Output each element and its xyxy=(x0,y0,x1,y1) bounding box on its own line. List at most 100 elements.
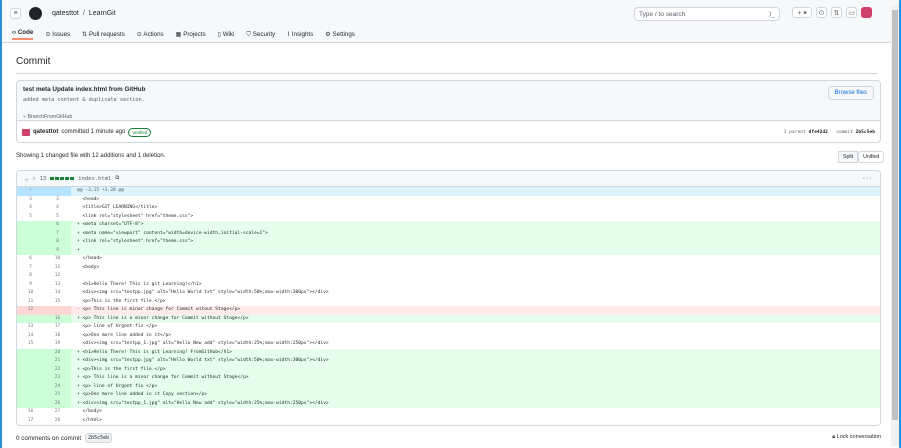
old-line-number[interactable]: 14 xyxy=(17,332,44,341)
expand-icon[interactable]: ⇳ xyxy=(32,176,35,182)
tab-code[interactable]: ‹› Code xyxy=(12,29,34,40)
new-line-number[interactable]: 13 xyxy=(44,281,71,290)
new-line-number[interactable]: 20 xyxy=(44,348,71,357)
old-line-number[interactable]: 17 xyxy=(17,417,44,426)
old-line-number[interactable]: 9 xyxy=(17,281,44,290)
tab-issues[interactable]: ⊙ Issues xyxy=(45,31,70,38)
repo-link[interactable]: LearnGit xyxy=(89,10,116,17)
old-line-number[interactable] xyxy=(17,238,44,247)
scrollbar[interactable] xyxy=(891,6,899,446)
old-line-number[interactable] xyxy=(17,357,44,366)
old-line-number[interactable]: 3 xyxy=(17,196,44,205)
menu-icon[interactable]: ≡ xyxy=(10,8,21,19)
new-line-number[interactable]: 25 xyxy=(44,391,71,400)
old-line-number[interactable] xyxy=(17,348,44,357)
avatar[interactable] xyxy=(861,7,872,18)
old-line-number[interactable]: 11 xyxy=(17,298,44,307)
command-palette-icon[interactable]: ⟩_ xyxy=(769,10,775,18)
file-name[interactable]: index.html xyxy=(78,176,111,182)
new-line-number[interactable]: 28 xyxy=(44,417,71,426)
old-line-number[interactable]: 7 xyxy=(17,264,44,273)
old-line-number[interactable] xyxy=(17,399,44,408)
diff-line: 13 17 <p> line of Urgent fix </p> xyxy=(17,323,880,332)
old-line-number[interactable]: 6 xyxy=(17,255,44,264)
separator: / xyxy=(82,10,85,17)
tab-label: Actions xyxy=(143,31,164,38)
new-line-number[interactable]: 21 xyxy=(44,357,71,366)
tab-insights[interactable]: ⌇ Insights xyxy=(287,31,313,38)
new-line-number[interactable]: 3 xyxy=(44,196,71,205)
verified-badge[interactable]: Verified xyxy=(128,127,152,137)
split-view-button[interactable]: Split xyxy=(838,151,859,163)
old-line-number[interactable] xyxy=(17,221,44,230)
collapse-chevron-icon[interactable]: ⌄ xyxy=(25,176,28,182)
new-line-number[interactable]: 26 xyxy=(44,399,71,408)
scrollbar-thumb[interactable] xyxy=(892,10,898,420)
new-line-number[interactable]: 24 xyxy=(44,382,71,391)
tab-settings[interactable]: ⚙ Settings xyxy=(325,31,355,38)
old-line-number[interactable]: 12 xyxy=(17,306,44,315)
old-line-number[interactable]: 16 xyxy=(17,408,44,417)
line-code: </html> xyxy=(77,417,102,423)
new-line-number[interactable]: 19 xyxy=(44,340,71,349)
owner-link[interactable]: qatesttot xyxy=(52,10,79,17)
new-line-number[interactable]: 23 xyxy=(44,374,71,383)
tab-pull-requests[interactable]: ⇅ Pull requests xyxy=(82,31,125,38)
new-line-number[interactable] xyxy=(44,306,71,315)
old-line-number[interactable]: 8 xyxy=(17,272,44,281)
new-line-number[interactable]: 4 xyxy=(44,204,71,213)
new-line-number[interactable]: 22 xyxy=(44,365,71,374)
lock-conversation-button[interactable]: 🔒︎ Lock conversation xyxy=(832,434,881,441)
author-avatar[interactable] xyxy=(22,128,30,136)
tab-security[interactable]: ⛉ Security xyxy=(246,31,275,39)
old-line-number[interactable] xyxy=(17,365,44,374)
new-line-number[interactable]: 12 xyxy=(44,272,71,281)
old-line-number[interactable]: 5 xyxy=(17,213,44,222)
parent-sha[interactable]: dfe42d2 xyxy=(809,130,828,135)
new-line-number[interactable]: 11 xyxy=(44,264,71,273)
new-line-number[interactable]: 5 xyxy=(44,213,71,222)
unified-view-button[interactable]: Unified xyxy=(858,151,885,163)
issues-icon[interactable]: ⊙ xyxy=(816,7,827,18)
github-logo-icon[interactable] xyxy=(29,7,42,20)
branch-label[interactable]: ⑂ BranchFromGitHub xyxy=(23,114,72,120)
inbox-icon[interactable]: ▭ xyxy=(846,7,857,18)
new-line-number[interactable]: 15 xyxy=(44,298,71,307)
tab-actions[interactable]: ⊙ Actions xyxy=(137,31,164,38)
old-line-number[interactable]: 4 xyxy=(17,204,44,213)
pull-requests-icon[interactable]: ⇅ xyxy=(831,7,842,18)
new-line-number[interactable]: 17 xyxy=(44,323,71,332)
old-line-number[interactable]: ⇡ xyxy=(17,187,44,196)
file-menu-button[interactable]: ··· xyxy=(862,176,872,182)
comments-sha[interactable]: 2b5c5eb xyxy=(85,433,113,443)
new-line-number[interactable]: 9 xyxy=(44,246,71,255)
new-line-number[interactable]: 8 xyxy=(44,238,71,247)
copy-icon[interactable]: ⧉ xyxy=(115,175,119,182)
old-line-number[interactable] xyxy=(17,391,44,400)
old-line-number[interactable]: 15 xyxy=(17,340,44,349)
new-line-number[interactable]: 7 xyxy=(44,229,71,238)
old-line-number[interactable]: 13 xyxy=(17,323,44,332)
create-new-button[interactable]: + ▾ xyxy=(792,7,812,18)
new-line-number[interactable]: 14 xyxy=(44,289,71,298)
branch-name[interactable]: BranchFromGitHub xyxy=(28,114,73,120)
new-line-number[interactable]: 16 xyxy=(44,314,71,323)
new-line-number[interactable] xyxy=(44,187,71,196)
author-link[interactable]: qatesttot xyxy=(33,129,58,135)
old-line-number[interactable] xyxy=(17,229,44,238)
new-line-number[interactable]: 6 xyxy=(44,221,71,230)
new-line-number[interactable]: 27 xyxy=(44,408,71,417)
old-line-number[interactable] xyxy=(17,246,44,255)
new-line-number[interactable]: 10 xyxy=(44,255,71,264)
new-line-number[interactable]: 18 xyxy=(44,332,71,341)
diff-line: 9 + xyxy=(17,246,880,255)
old-line-number[interactable] xyxy=(17,374,44,383)
browse-files-button[interactable]: Browse files xyxy=(827,86,874,100)
search-input[interactable]: Type / to search ⟩_ xyxy=(634,7,780,21)
old-line-number[interactable] xyxy=(17,382,44,391)
tab-projects[interactable]: ▦ Projects xyxy=(176,31,206,38)
old-line-number[interactable]: 10 xyxy=(17,289,44,298)
line-code: + <p> This line is a minor change for Co… xyxy=(77,315,249,321)
old-line-number[interactable] xyxy=(17,314,44,323)
tab-wiki[interactable]: ▯ Wiki xyxy=(218,31,235,38)
